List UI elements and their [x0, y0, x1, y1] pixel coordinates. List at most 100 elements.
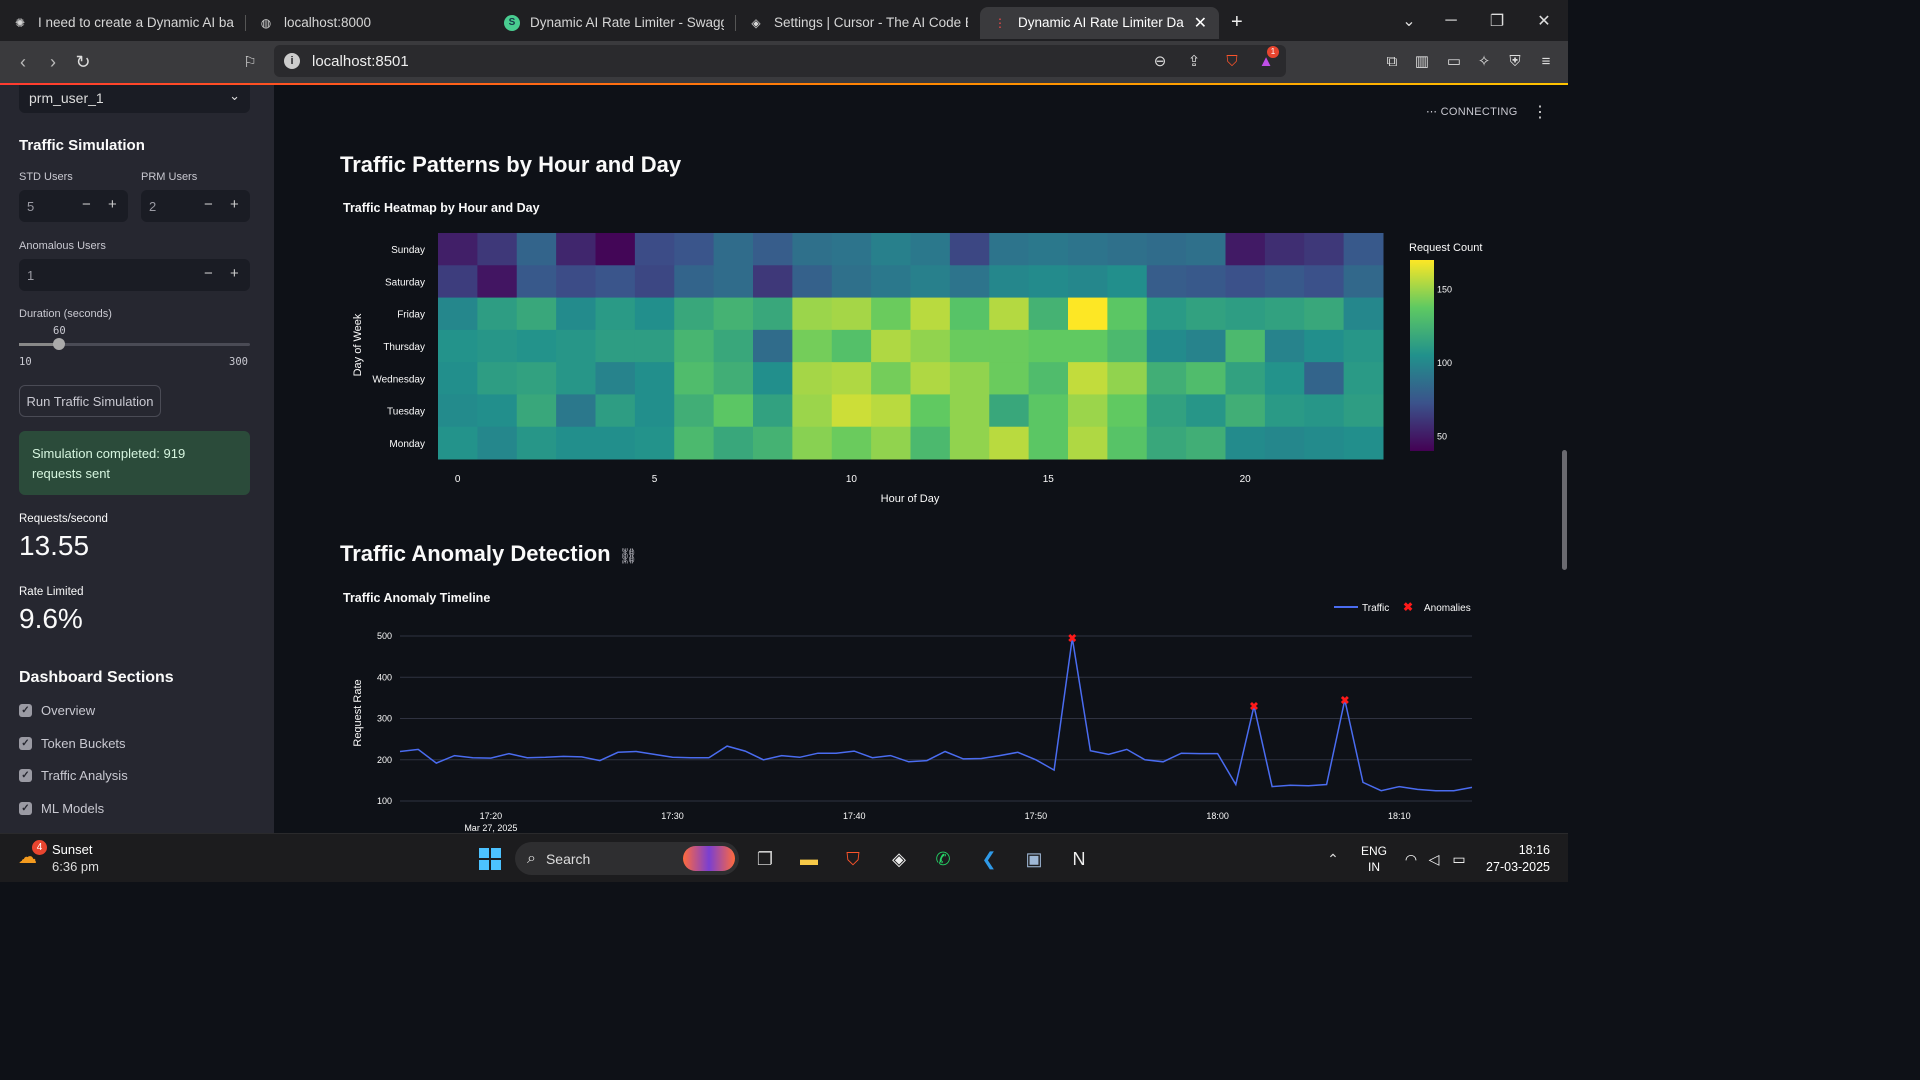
back-icon[interactable]: ‹	[8, 47, 38, 77]
heatmap-cell	[1225, 233, 1266, 266]
anomalous-users-input[interactable]: 1 − +	[19, 259, 250, 291]
anomaly-section-title: Traffic Anomaly Detection ⛓	[340, 541, 638, 567]
leo-ai-icon[interactable]: ✧	[1473, 50, 1495, 72]
decrement-icon[interactable]: −	[82, 196, 91, 213]
duration-max: 300	[229, 356, 248, 368]
heatmap-cell	[477, 362, 518, 395]
close-tab-icon[interactable]: ✕	[1194, 13, 1207, 33]
battery-icon[interactable]: ▭	[1446, 846, 1472, 872]
checkbox-traffic-analysis[interactable]: ✓ Traffic Analysis	[19, 768, 128, 783]
task-view-icon[interactable]: ❐	[752, 846, 778, 872]
heatmap-cell	[1146, 265, 1187, 299]
heatmap-cell	[674, 329, 715, 363]
notion-icon[interactable]: N	[1066, 846, 1092, 872]
heatmap-cell	[1107, 329, 1148, 363]
x-tick-label: 17:30	[661, 811, 684, 821]
sidebar-toggle-icon[interactable]: ▥	[1411, 50, 1433, 72]
decrement-icon[interactable]: −	[204, 265, 213, 282]
share-icon[interactable]: ⇪	[1183, 50, 1205, 72]
file-explorer-icon[interactable]: ▬	[796, 846, 822, 872]
increment-icon[interactable]: +	[230, 265, 239, 282]
site-info-icon[interactable]: i	[284, 53, 300, 69]
heatmap-cell	[753, 233, 793, 266]
tab-chatgpt[interactable]: ✺ I need to create a Dynamic AI based	[0, 7, 246, 39]
tab-list-chevron-icon[interactable]: ⌄	[1386, 0, 1432, 41]
legend-traffic-label: Traffic	[1362, 603, 1389, 614]
increment-icon[interactable]: +	[230, 196, 239, 213]
heatmap-cell	[831, 297, 872, 331]
app-menu-icon[interactable]: ⋮	[1532, 102, 1548, 122]
heatmap-cell	[1343, 265, 1384, 299]
y-tick-label: 200	[377, 755, 392, 765]
sidebar: prm_user_1 ⌄ Traffic Simulation STD User…	[0, 85, 274, 833]
cursor-app-icon[interactable]: ◈	[886, 846, 912, 872]
extensions-icon[interactable]: ⧉	[1381, 50, 1403, 72]
heatmap-cell	[556, 265, 596, 299]
tab-swagger[interactable]: S Dynamic AI Rate Limiter - Swagger UI	[492, 7, 736, 39]
reload-icon[interactable]: ↻	[68, 47, 98, 77]
forward-icon[interactable]: ›	[38, 47, 68, 77]
brave-browser-icon[interactable]: ⛉	[840, 846, 866, 872]
menu-icon[interactable]: ≡	[1535, 50, 1557, 72]
heatmap-cell	[1107, 297, 1148, 331]
heatmap-x-tick: 15	[1043, 474, 1055, 485]
heatmap-cell	[871, 426, 911, 460]
url-bar[interactable]: i localhost:8501	[274, 45, 1286, 77]
heatmap-chart[interactable]: Sunday Saturday Friday Thursday Wednesday Tue…	[334, 220, 1514, 520]
checkbox-ml-models[interactable]: ✓ ML Models	[19, 801, 104, 816]
windows-start-icon[interactable]	[477, 846, 503, 872]
clock[interactable]: 18:16 27-03-2025	[1480, 842, 1550, 876]
checkbox-token-buckets[interactable]: ✓ Token Buckets	[19, 736, 126, 751]
brave-shield-icon[interactable]: ⛉	[1221, 50, 1243, 72]
bookmark-icon[interactable]: ⚐	[235, 47, 265, 77]
app-icon[interactable]: ▣	[1021, 846, 1047, 872]
checkbox-overview[interactable]: ✓ Overview	[19, 703, 95, 718]
whatsapp-icon[interactable]: ✆	[930, 846, 956, 872]
std-users-input[interactable]: 5 − +	[19, 190, 128, 222]
heatmap-cell	[871, 297, 911, 331]
close-window-icon[interactable]: ✕	[1521, 0, 1567, 41]
increment-icon[interactable]: +	[108, 196, 117, 213]
scrollbar[interactable]	[1562, 450, 1567, 570]
heatmap-cell	[1107, 265, 1148, 299]
vpn-icon[interactable]: ⛨	[1504, 50, 1526, 72]
wallet-icon[interactable]: ▭	[1443, 50, 1465, 72]
minimize-icon[interactable]: ─	[1428, 0, 1474, 41]
tray-chevron-up-icon[interactable]: ⌃	[1320, 846, 1346, 872]
decrement-icon[interactable]: −	[204, 196, 213, 213]
run-simulation-button[interactable]: Run Traffic Simulation	[19, 385, 161, 417]
duration-slider[interactable]	[19, 338, 250, 350]
user-select[interactable]: prm_user_1 ⌄	[19, 85, 250, 113]
std-users-value: 5	[27, 199, 35, 214]
heatmap-cell	[1186, 362, 1226, 395]
prm-users-input[interactable]: 2 − +	[141, 190, 250, 222]
tab-cursor-settings[interactable]: ◈ Settings | Cursor - The AI Code Editor	[736, 7, 980, 39]
heatmap-cell	[910, 233, 951, 266]
tab-localhost-8000[interactable]: ◍ localhost:8000	[246, 7, 492, 39]
tab-title: localhost:8000	[284, 15, 372, 30]
heatmap-cell	[910, 329, 951, 363]
language-indicator[interactable]: ENG IN	[1361, 843, 1387, 875]
anchor-link-icon[interactable]: ⛓	[619, 548, 638, 565]
brave-rewards-icon[interactable]: ▲ 1	[1255, 46, 1279, 72]
heatmap-cell	[713, 329, 754, 363]
heatmap-cell	[1028, 233, 1069, 266]
anomaly-line-chart[interactable]: 100 200 300 400 500 17:20 Mar 27, 2025 17:30 17…	[334, 595, 1514, 833]
taskbar-search[interactable]: ⌕ Search	[515, 842, 739, 875]
heatmap-cell	[477, 233, 518, 266]
zoom-icon[interactable]: ⊖	[1149, 50, 1171, 72]
tab-dashboard[interactable]: ⋮ Dynamic AI Rate Limiter Dashboard ✕	[980, 6, 1219, 39]
slider-handle[interactable]	[53, 338, 65, 350]
new-tab-button[interactable]: +	[1219, 7, 1263, 39]
heatmap-cell	[1146, 394, 1187, 428]
restore-icon[interactable]: ❐	[1474, 0, 1520, 41]
duration-label: Duration (seconds)	[19, 308, 112, 320]
checkbox-checked-icon[interactable]: ✓	[19, 704, 32, 717]
prm-users-value: 2	[149, 199, 157, 214]
volume-icon[interactable]: ◁	[1421, 846, 1447, 872]
checkbox-checked-icon[interactable]: ✓	[19, 769, 32, 782]
checkbox-checked-icon[interactable]: ✓	[19, 802, 32, 815]
checkbox-checked-icon[interactable]: ✓	[19, 737, 32, 750]
heatmap-cell	[949, 362, 990, 395]
vscode-icon[interactable]: ❮	[976, 846, 1002, 872]
